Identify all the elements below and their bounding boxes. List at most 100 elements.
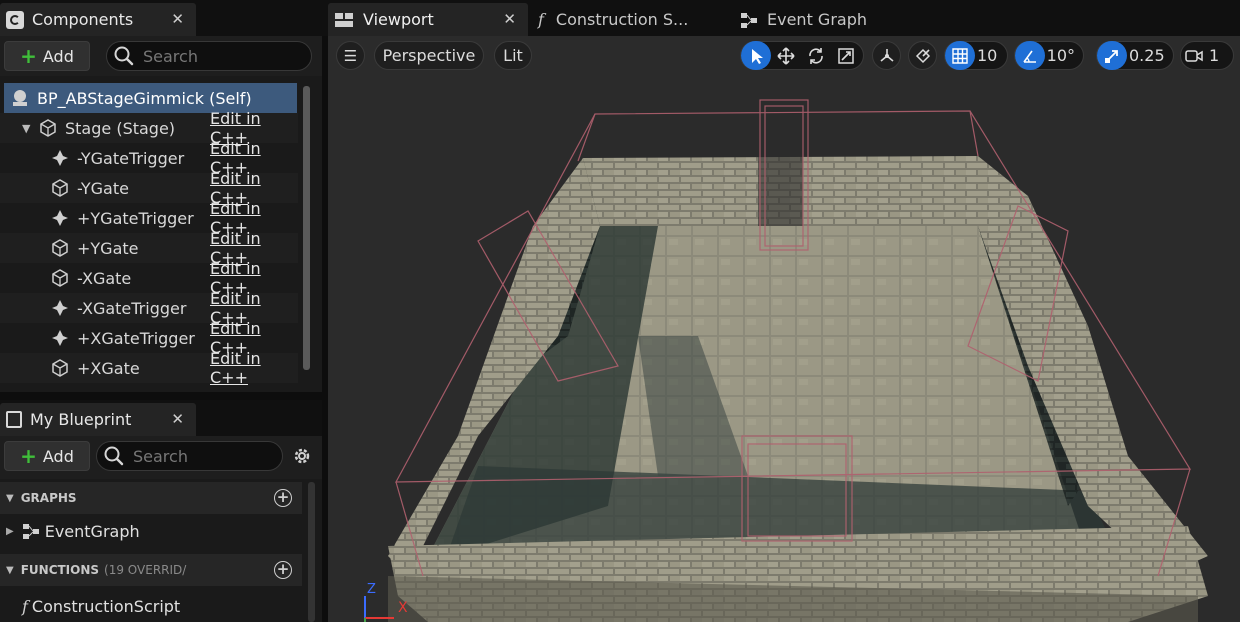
tree-row-label: Stage (Stage) (65, 118, 176, 138)
panel-divider[interactable] (0, 392, 322, 400)
event-graph-icon (22, 524, 39, 539)
collapse-caret-icon: ▼ (6, 492, 14, 504)
grid-snap-toggle[interactable] (945, 41, 975, 70)
component-tree-scrollbar[interactable] (303, 86, 310, 370)
blueprint-tabbar: My Blueprint ✕ (0, 400, 322, 436)
tree-row-label: -XGateTrigger (77, 298, 187, 318)
blueprint-search-input[interactable] (133, 446, 273, 466)
rotation-snap-value: 10° (1046, 46, 1075, 65)
perspective-button[interactable]: Perspective (374, 41, 484, 70)
functions-section-header[interactable]: ▼ FUNCTIONS (19 OVERRID/ + (0, 554, 302, 586)
tab-event-graph-label: Event Graph (767, 10, 867, 29)
function-icon: f (22, 596, 28, 616)
my-blueprint-tab-title: My Blueprint (30, 410, 132, 429)
camera-speed-value: 1 (1209, 46, 1220, 65)
graph-item-eventgraph[interactable]: ▶ EventGraph (0, 515, 302, 547)
trigger-box-icon (50, 208, 70, 228)
surface-snap-button[interactable] (908, 41, 937, 70)
plus-icon: + (20, 444, 37, 468)
grid-icon (952, 47, 968, 64)
blueprint-scrollbar[interactable] (308, 482, 315, 622)
scale-snap-value: 0.25 (1129, 46, 1165, 65)
add-component-label: Add (42, 46, 74, 66)
transform-mode-group (740, 41, 864, 70)
components-search[interactable] (106, 41, 312, 71)
scale-snap-icon (1105, 49, 1118, 63)
trigger-box-icon (50, 148, 70, 168)
close-icon[interactable]: ✕ (171, 410, 184, 428)
tab-construction-label: Construction S... (555, 10, 689, 29)
surface-snap-icon (915, 48, 930, 63)
blueprint-book-icon (6, 411, 22, 428)
collapse-caret-icon: ▼ (6, 564, 14, 576)
tab-viewport-label: Viewport (363, 10, 434, 29)
camera-speed-group[interactable]: 1 (1180, 41, 1234, 70)
close-icon[interactable]: ✕ (503, 10, 516, 28)
components-toolbar: + Add (0, 36, 322, 76)
static-mesh-icon (50, 178, 70, 198)
components-search-input[interactable] (143, 46, 283, 66)
level-viewport[interactable]: Z X ☰ Perspective Lit 10 10° 0.25 1 (328, 36, 1240, 622)
expand-caret-icon[interactable]: ▼ (22, 122, 38, 135)
functions-header-label: FUNCTIONS (20, 563, 100, 577)
cursor-arrow-icon (752, 48, 763, 64)
lit-button[interactable]: Lit (494, 41, 532, 70)
translate-mode-button[interactable] (771, 41, 801, 70)
search-icon (104, 446, 124, 466)
graphs-section-header[interactable]: ▼ GRAPHS + (0, 482, 302, 514)
components-tabbar: Components ✕ (0, 0, 322, 36)
my-blueprint-tab[interactable]: My Blueprint ✕ (0, 403, 196, 436)
camera-speed-button[interactable] (1181, 41, 1207, 70)
camera-icon (1185, 49, 1203, 62)
edit-in-cpp-link[interactable]: Edit in C++ (210, 349, 298, 387)
coordinate-system-button[interactable] (872, 41, 901, 70)
tree-row-label: -YGate (77, 178, 129, 198)
static-mesh-icon (38, 118, 58, 138)
close-icon[interactable]: ✕ (171, 10, 184, 28)
function-item-constructionscript[interactable]: f ConstructionScript (0, 590, 302, 622)
move-arrows-icon (777, 46, 795, 65)
tab-viewport[interactable]: Viewport ✕ (328, 3, 528, 36)
static-mesh-icon (50, 268, 70, 288)
angle-icon (1023, 50, 1036, 63)
lit-label: Lit (503, 46, 523, 65)
rotate-mode-button[interactable] (801, 41, 831, 70)
add-blueprint-label: Add (42, 446, 74, 466)
components-tab[interactable]: Components ✕ (0, 3, 196, 36)
tab-event-graph[interactable]: Event Graph (740, 3, 920, 36)
world-axes-icon (879, 48, 894, 62)
components-icon (6, 10, 24, 29)
blueprint-search[interactable] (96, 441, 283, 471)
blueprint-toolbar: + Add (0, 436, 322, 479)
left-panel: Components ✕ + Add BP_ABStageGimmick (Se… (0, 0, 322, 622)
tree-row-label: BP_ABStageGimmick (Self) (37, 88, 252, 108)
tab-construction-script[interactable]: f Construction S... (538, 3, 718, 36)
tree-row-label: -XGate (77, 268, 132, 288)
trigger-box-icon (50, 298, 70, 318)
tree-row[interactable]: +XGate Edit in C++ (0, 349, 298, 387)
scale-snap-toggle[interactable] (1097, 41, 1127, 70)
viewport-menu-button[interactable]: ☰ (336, 41, 365, 70)
add-component-button[interactable]: + Add (4, 41, 90, 71)
viewport-icon (335, 12, 353, 27)
perspective-label: Perspective (382, 46, 476, 65)
expand-caret-icon: ▶ (6, 525, 14, 537)
stage-scene (364, 96, 1208, 622)
tree-row-label: +YGate (77, 238, 139, 258)
search-icon (114, 46, 134, 66)
select-mode-button[interactable] (741, 41, 771, 70)
gear-icon[interactable] (291, 445, 313, 467)
add-graph-icon[interactable]: + (274, 489, 292, 507)
graphs-header-label: GRAPHS (20, 491, 77, 505)
static-mesh-icon (50, 238, 70, 258)
rotation-snap-toggle[interactable] (1015, 41, 1045, 70)
functions-override-count: (19 OVERRID/ (104, 563, 187, 577)
rotation-snap-group[interactable]: 10° (1014, 41, 1084, 70)
hamburger-icon: ☰ (343, 46, 358, 65)
add-function-icon[interactable]: + (274, 561, 292, 579)
add-blueprint-button[interactable]: + Add (4, 441, 90, 471)
function-icon: f (538, 10, 544, 29)
scale-mode-button[interactable] (831, 41, 861, 70)
grid-snap-group[interactable]: 10 (944, 41, 1008, 70)
scale-snap-group[interactable]: 0.25 (1096, 41, 1174, 70)
